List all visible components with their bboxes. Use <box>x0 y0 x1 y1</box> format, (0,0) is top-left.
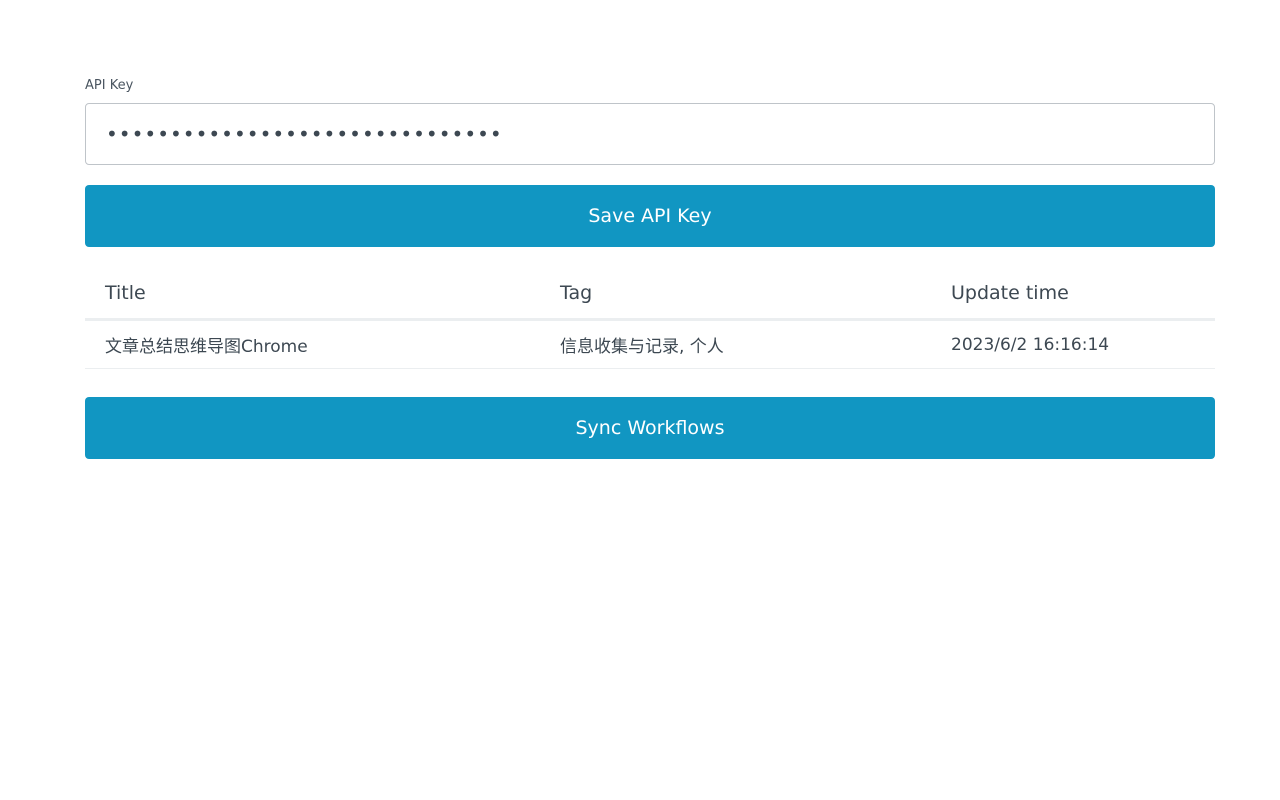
api-key-input[interactable]: ••••••••••••••••••••••••••••••• <box>85 103 1215 165</box>
row-tag: 信息收集与记录, 个人 <box>540 319 931 369</box>
row-update-time: 2023/6/2 16:16:14 <box>931 319 1215 369</box>
sync-workflows-button[interactable]: Sync Workflows <box>85 397 1215 459</box>
row-title: 文章总结思维导图Chrome <box>85 319 540 369</box>
table-row[interactable]: 文章总结思维导图Chrome 信息收集与记录, 个人 2023/6/2 16:1… <box>85 319 1215 369</box>
api-key-label: API Key <box>85 78 134 93</box>
save-api-key-button[interactable]: Save API Key <box>85 185 1215 247</box>
column-header-title: Title <box>85 268 540 321</box>
workflows-table: Title Tag Update time 文章总结思维导图Chrome 信息收… <box>85 268 1215 369</box>
column-header-update-time: Update time <box>931 268 1215 321</box>
table-header-row: Title Tag Update time <box>85 268 1215 321</box>
column-header-tag: Tag <box>540 268 931 321</box>
api-key-masked-value: ••••••••••••••••••••••••••••••• <box>106 122 503 146</box>
